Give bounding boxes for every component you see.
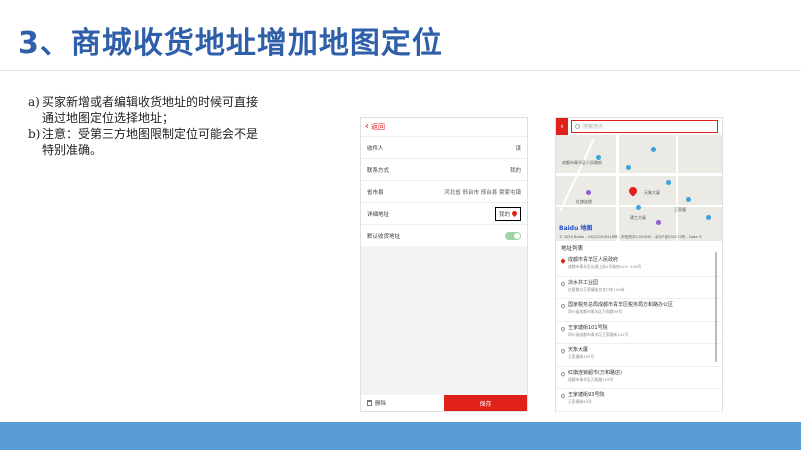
delete-button[interactable]: 删除	[361, 395, 444, 411]
search-icon	[575, 124, 580, 129]
contact-row[interactable]: 联系方式 我的	[361, 158, 527, 180]
list-item[interactable]: 红旗连锁超市(万和路店) 成都市青羊区万和路103号	[556, 367, 722, 389]
poi-name: 成都市青羊区人民政府	[568, 257, 619, 263]
map-picker-screenshot: ‹ 搜索地点 成都市青羊区人民政府 天象大厦 建工大厦 王家塘 红旗连锁 Bai…	[555, 117, 723, 412]
back-chevron-icon[interactable]: ‹	[365, 122, 369, 132]
footer-band	[0, 422, 801, 450]
note-b: b) 注意：受第三方地图限制定位可能会不是特别准确。	[28, 126, 268, 158]
back-button[interactable]: 返回	[371, 122, 385, 132]
note-a: a) 买家新增或者编辑收货地址的时候可直接通过地图定位选择地址；	[28, 94, 268, 126]
location-pin-icon	[560, 258, 566, 264]
poi-name: 凉水井工业园	[568, 279, 599, 286]
location-pin-icon	[560, 348, 566, 354]
poi-name: 国家税务总局成都市青羊区税务局万和路办公区	[568, 302, 674, 308]
detail-address-label: 详细地址	[367, 211, 390, 218]
poi-address: 红星路与王家塘街交叉口东100米	[568, 286, 625, 292]
detail-address-row[interactable]: 详细地址 我的	[361, 202, 527, 224]
map-label: 红旗连锁	[576, 199, 592, 204]
map-road	[676, 135, 678, 241]
notes-list: a) 买家新增或者编辑收货地址的时候可直接通过地图定位选择地址； b) 注意：受…	[28, 94, 268, 158]
form-action-bar: 删除 保存	[361, 395, 527, 411]
address-list: 成都市青羊区人民政府 成都市青羊区长顺上街2号政府224~229号 凉水井工业园…	[556, 254, 722, 412]
slide-title: 3、商城收货地址增加地图定位	[18, 26, 443, 61]
poi-address: 王家塘街105号	[568, 354, 595, 359]
note-text: 买家新增或者编辑收货地址的时候可直接通过地图定位选择地址；	[42, 95, 259, 125]
note-marker: a)	[28, 95, 40, 109]
list-item[interactable]: 成都市青羊区人民政府 成都市青羊区长顺上街2号政府224~229号	[556, 254, 722, 277]
detail-address-value: 我的	[498, 211, 510, 218]
map-poi-icon	[706, 215, 711, 220]
map-locate-button[interactable]: 我的	[494, 206, 521, 221]
location-pin-icon	[560, 370, 566, 377]
region-label: 省市县	[367, 189, 384, 196]
map-poi-icon	[586, 190, 591, 195]
trash-icon	[367, 400, 372, 406]
map-poi-icon	[666, 180, 671, 185]
address-form-screenshot: ‹ 返回 收件人 谋 联系方式 我的 省市县 河北省 邢台市 邢台县 豪家屯镇 …	[360, 117, 528, 412]
poi-address: 成都市青羊区长顺上街2号政府224~229号	[568, 264, 642, 269]
save-button[interactable]: 保存	[444, 395, 527, 411]
recipient-label: 收件人	[367, 145, 384, 152]
map-label: 王家塘	[674, 207, 686, 212]
location-pin-icon	[560, 393, 566, 399]
search-placeholder: 搜索地点	[583, 124, 604, 130]
map-topbar: ‹ 搜索地点	[556, 118, 722, 135]
default-address-row[interactable]: 默认收货地址	[361, 224, 527, 246]
region-row[interactable]: 省市县 河北省 邢台市 邢台县 豪家屯镇	[361, 180, 527, 202]
address-list-title: 地址列表	[561, 246, 584, 252]
list-item[interactable]: 国家税务总局成都市青羊区税务局万和路办公区 四川省成都市青羊区万和路99号	[556, 299, 722, 322]
contact-value[interactable]: 我的	[510, 166, 521, 174]
contact-label: 联系方式	[367, 167, 390, 174]
poi-address: 四川省成都市青羊区王家塘街101号	[568, 331, 629, 337]
note-text: 注意：受第三方地图限制定位可能会不是特别准确。	[42, 127, 259, 157]
map-view[interactable]: 成都市青羊区人民政府 天象大厦 建工大厦 王家塘 红旗连锁 Baidu 地图 ©…	[556, 135, 722, 241]
baidu-logo: Baidu 地图	[559, 225, 593, 232]
poi-name: 天象大厦	[568, 347, 589, 353]
selected-location-pin-icon	[627, 185, 639, 197]
back-chevron-icon[interactable]: ‹	[556, 118, 568, 135]
location-pin-icon	[510, 209, 519, 218]
poi-address: 四川省成都市青羊区万和路99号	[568, 309, 623, 314]
location-pin-icon	[560, 325, 566, 332]
delete-label: 删除	[375, 401, 387, 407]
map-copyright: © 2020 Baidu - GS(2019)5218号 - 甲测资字11009…	[559, 235, 703, 239]
title-divider	[0, 70, 801, 71]
map-label: 成都市青羊区人民政府	[562, 160, 602, 165]
list-item[interactable]: 王家塘街101号院 四川省成都市青羊区王家塘街101号	[556, 322, 722, 344]
search-input[interactable]: 搜索地点	[571, 120, 718, 133]
map-poi-icon	[636, 205, 641, 210]
location-pin-icon	[560, 280, 566, 287]
list-scrollbar[interactable]	[715, 252, 717, 362]
default-address-label: 默认收货地址	[367, 233, 401, 240]
form-topbar: ‹ 返回	[361, 118, 527, 136]
default-address-toggle[interactable]	[505, 231, 521, 240]
map-label: 天象大厦	[644, 190, 660, 195]
poi-address: 成都市青羊区万和路103号	[568, 376, 614, 382]
note-marker: b)	[28, 127, 41, 141]
map-poi-icon	[686, 197, 691, 202]
map-poi-icon	[651, 147, 656, 152]
location-pin-icon	[560, 303, 566, 309]
map-road	[616, 135, 619, 241]
recipient-row[interactable]: 收件人 谋	[361, 136, 527, 158]
map-poi-icon	[656, 220, 661, 225]
list-item[interactable]: 天象大厦 王家塘街105号	[556, 344, 722, 367]
recipient-value[interactable]: 谋	[515, 144, 521, 152]
list-item[interactable]: 王家塘街93号院 王家塘街93号	[556, 389, 722, 412]
map-road	[556, 173, 722, 176]
list-item[interactable]: 凉水井工业园 红星路与王家塘街交叉口东100米	[556, 277, 722, 299]
poi-name: 红旗连锁超市(万和路店)	[568, 369, 622, 376]
poi-name: 王家塘街93号院	[568, 392, 605, 398]
map-label: 建工大厦	[630, 215, 646, 220]
poi-address: 王家塘街93号	[568, 399, 592, 404]
poi-name: 王家塘街101号院	[568, 324, 608, 331]
region-value[interactable]: 河北省 邢台市 邢台县 豪家屯镇	[444, 188, 521, 196]
map-poi-icon	[626, 165, 631, 170]
